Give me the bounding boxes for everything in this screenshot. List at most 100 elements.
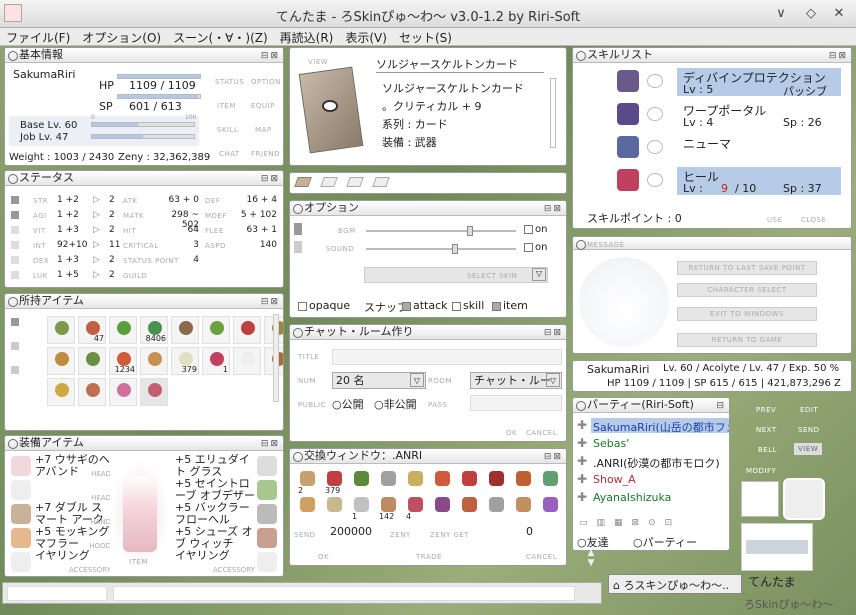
- skill-button[interactable]: SKILL: [217, 126, 238, 134]
- trade-slot[interactable]: [296, 495, 320, 519]
- inventory-slot[interactable]: [47, 378, 75, 406]
- trade-slot[interactable]: [539, 495, 563, 519]
- restore-button[interactable]: ◇: [802, 5, 820, 23]
- equip-slot-left[interactable]: +7 ウサギのヘアバンド HEAD: [35, 454, 111, 480]
- inventory-scrollbar[interactable]: [273, 314, 279, 402]
- friend-button[interactable]: FRIEND: [251, 150, 280, 158]
- send-amount[interactable]: 200000: [330, 525, 372, 538]
- stat-tab[interactable]: [11, 196, 19, 204]
- message-header[interactable]: MESSAGE: [573, 237, 851, 250]
- equip-button[interactable]: EQUIP: [251, 102, 275, 110]
- public-radio[interactable]: ○公開: [332, 396, 364, 412]
- menu-view[interactable]: 表示(V): [339, 28, 393, 45]
- card-scrollbar[interactable]: [550, 78, 556, 148]
- stat-up-arrow-icon[interactable]: ▷: [93, 225, 100, 235]
- tab-equip[interactable]: [11, 342, 19, 350]
- card-slot-icon[interactable]: [320, 177, 338, 187]
- equip-slot-left[interactable]: イヤリング ACCESSORY: [35, 550, 111, 576]
- inventory-slot[interactable]: [47, 347, 75, 375]
- stat-tab[interactable]: [11, 226, 19, 234]
- menu-option[interactable]: オプション(O): [76, 28, 167, 45]
- chat-button[interactable]: CHAT: [219, 150, 240, 158]
- map-button[interactable]: MAP: [255, 126, 272, 134]
- trade-slot[interactable]: 379: [323, 469, 347, 495]
- attack-checkbox[interactable]: attack: [402, 299, 448, 312]
- trade-slot[interactable]: 2: [296, 469, 320, 495]
- trade-ok-button[interactable]: OK: [318, 553, 329, 561]
- card-slot-icon[interactable]: [294, 177, 312, 187]
- whisper-target-input[interactable]: [7, 586, 107, 601]
- chat-ok-button[interactable]: OK: [506, 429, 517, 437]
- chat-title-input[interactable]: [332, 349, 562, 365]
- party-member-name[interactable]: AyanaIshizuka: [593, 491, 671, 504]
- bgm-toggle[interactable]: on: [524, 224, 547, 235]
- sound-toggle[interactable]: on: [524, 242, 547, 253]
- trade-slot[interactable]: [377, 469, 401, 493]
- equip-slot-right[interactable]: イヤリング ACCESSORY: [175, 550, 255, 576]
- inventory-slot[interactable]: [202, 316, 230, 344]
- chat-input[interactable]: [113, 586, 575, 601]
- next-button[interactable]: NEXT: [756, 426, 777, 434]
- minimize-button[interactable]: ∨: [772, 5, 790, 23]
- inventory-slot[interactable]: [233, 316, 261, 344]
- stat-tab[interactable]: [11, 256, 19, 264]
- private-radio[interactable]: ○非公開: [374, 396, 417, 412]
- stat-up-arrow-icon[interactable]: ▷: [93, 195, 100, 205]
- trade-slot[interactable]: [512, 469, 536, 493]
- stat-up-arrow-icon[interactable]: ▷: [93, 240, 100, 250]
- option-tab[interactable]: [294, 223, 302, 235]
- party-member-name[interactable]: SakumaRiri(山岳の都市フェ: [593, 419, 729, 435]
- status-button[interactable]: STATUS: [215, 78, 244, 86]
- trade-slot[interactable]: 1: [350, 495, 374, 521]
- party-header[interactable]: パーティー(Riri-Soft) ⊟: [573, 398, 729, 413]
- character-select-button[interactable]: CHARACTER SELECT: [677, 283, 817, 297]
- chat-scroll-arrows[interactable]: ▲ ▼: [584, 548, 598, 578]
- skill-icon[interactable]: [617, 169, 639, 191]
- opaque-checkbox[interactable]: opaque: [298, 299, 350, 312]
- trade-slot[interactable]: [431, 495, 455, 519]
- card-slot-icon[interactable]: [346, 177, 364, 187]
- trade-cancel-button[interactable]: CANCEL: [526, 553, 557, 561]
- option-tab[interactable]: [294, 241, 302, 253]
- trade-slot[interactable]: [512, 495, 536, 519]
- inventory-slot[interactable]: 379: [171, 347, 199, 375]
- trade-slot[interactable]: [404, 469, 428, 493]
- return-game-button[interactable]: RETURN TO GAME: [677, 333, 817, 347]
- skill-list-header[interactable]: スキルリスト ⊟⊠: [573, 48, 851, 63]
- inventory-slot[interactable]: [78, 378, 106, 406]
- stat-up-arrow-icon[interactable]: ▷: [93, 210, 100, 220]
- sound-slider[interactable]: [366, 244, 516, 254]
- chat-cancel-button[interactable]: CANCEL: [526, 429, 557, 437]
- trade-header[interactable]: 交換ウィンドウ：.ANRI ⊟⊠: [290, 449, 566, 464]
- select-skin-button[interactable]: SELECT SKIN ▽: [364, 267, 548, 283]
- inventory-header[interactable]: 所持アイテム ⊟⊠: [5, 294, 283, 309]
- skill-name[interactable]: ニューマ: [683, 135, 731, 152]
- equip-item-button[interactable]: ITEM: [129, 558, 148, 566]
- menu-set[interactable]: セット(S): [393, 28, 458, 45]
- chat-room-header[interactable]: チャット・ルーム作り ⊟⊠: [290, 325, 566, 340]
- trade-slot[interactable]: [458, 495, 482, 519]
- edit-button[interactable]: EDIT: [800, 406, 818, 414]
- num-select[interactable]: 20 名 ▽: [332, 372, 426, 389]
- tab-use[interactable]: [11, 318, 19, 326]
- tab-etc[interactable]: [11, 366, 19, 374]
- bgm-slider[interactable]: [366, 226, 516, 236]
- taskbar-item[interactable]: ⌂ ろスキンぴゅ〜わ〜..: [608, 574, 742, 594]
- party-member-name[interactable]: Sebas': [593, 437, 629, 450]
- menu-file[interactable]: ファイル(F): [0, 28, 76, 45]
- party-tool-icons[interactable]: ▭▥▦⊠⊙⊡: [579, 518, 719, 530]
- party-member-name[interactable]: .ANRI(砂漠の都市モロク): [593, 455, 720, 471]
- status-header[interactable]: ステータス ⊟⊠: [5, 171, 283, 186]
- trade-slot[interactable]: [350, 469, 374, 493]
- inventory-slot[interactable]: 47: [78, 316, 106, 344]
- inventory-slot[interactable]: [78, 347, 106, 375]
- skill-icon[interactable]: [617, 70, 639, 92]
- skill-checkbox[interactable]: skill: [452, 299, 484, 312]
- send-button[interactable]: SEND: [798, 426, 820, 434]
- skill-close-button[interactable]: CLOSE: [801, 216, 826, 224]
- skill-use-button[interactable]: USE: [767, 216, 783, 224]
- inventory-slot[interactable]: [140, 378, 168, 406]
- pass-input[interactable]: [470, 395, 562, 411]
- trade-slot[interactable]: [458, 469, 482, 493]
- bell-button[interactable]: BELL: [758, 446, 777, 454]
